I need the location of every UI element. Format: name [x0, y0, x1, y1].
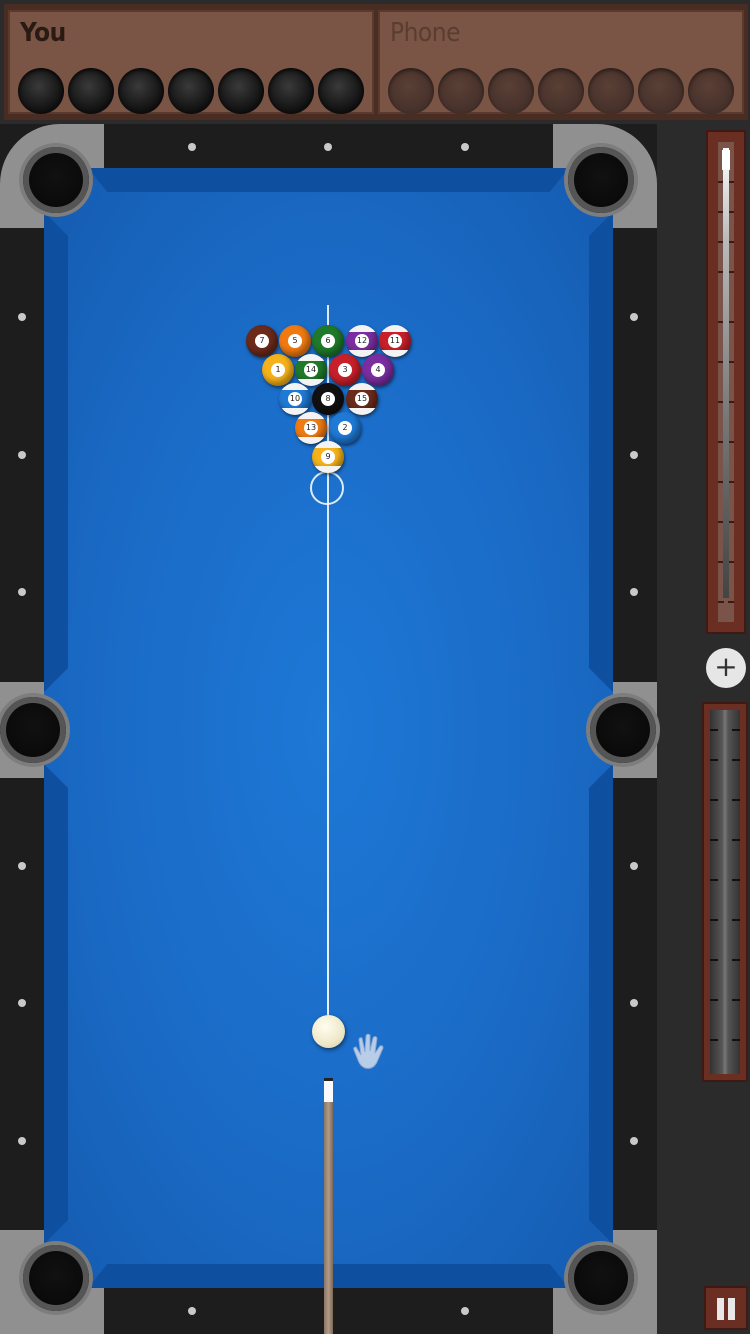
pocketed-ball-slot — [318, 68, 364, 114]
player-panel-phone: Phone — [378, 10, 744, 114]
ball-5: 5 — [279, 325, 311, 357]
pause-icon-bar — [728, 1298, 735, 1320]
pocketed-ball-slot — [488, 68, 534, 114]
ball-12: 12 — [346, 325, 378, 357]
diamond-marker — [324, 143, 332, 151]
cue-ball[interactable] — [312, 1015, 345, 1048]
pause-icon — [717, 1298, 724, 1320]
pocket-top-left — [23, 147, 89, 213]
ball-number: 1 — [271, 363, 285, 377]
power-slider[interactable] — [706, 130, 746, 634]
cushion-right-upper — [589, 212, 613, 692]
diamond-marker — [188, 143, 196, 151]
pocket-bottom-left — [23, 1245, 89, 1311]
ball-2: 2 — [329, 412, 361, 444]
diamond-marker — [461, 143, 469, 151]
ball-number: 11 — [388, 334, 402, 348]
ball-8: 8 — [312, 383, 344, 415]
aim-line — [327, 540, 329, 1015]
ball-7: 7 — [246, 325, 278, 357]
pocket-middle-left — [0, 697, 66, 763]
diamond-marker — [630, 588, 638, 596]
player-panel-you: You — [8, 10, 374, 114]
cushion-right-lower — [589, 764, 613, 1244]
ball-10: 10 — [279, 383, 311, 415]
ball-number: 9 — [321, 450, 335, 464]
pocketed-ball-slot — [388, 68, 434, 114]
spin-slider[interactable] — [702, 702, 748, 1082]
pocketed-ball-slot — [268, 68, 314, 114]
pocketed-ball-slot — [638, 68, 684, 114]
diamond-marker — [630, 451, 638, 459]
player-name-you: You — [20, 18, 66, 48]
ball-15: 15 — [346, 383, 378, 415]
ball-number: 12 — [355, 334, 369, 348]
pocketed-ball-slot — [218, 68, 264, 114]
spin-ticks — [710, 729, 740, 1041]
score-header: You Phone — [4, 4, 748, 120]
ball-1: 1 — [262, 354, 294, 386]
diamond-marker — [18, 999, 26, 1007]
pocketed-ball-slot — [688, 68, 734, 114]
ball-11: 11 — [379, 325, 411, 357]
cushion-top — [88, 168, 569, 192]
pocketed-ball-slot — [68, 68, 114, 114]
ball-number: 7 — [255, 334, 269, 348]
ball-9: 9 — [312, 441, 344, 473]
ball-number: 3 — [338, 363, 352, 377]
ball-number: 2 — [338, 421, 352, 435]
diamond-marker — [18, 313, 26, 321]
cue-tip — [324, 1078, 333, 1102]
ball-number: 4 — [371, 363, 385, 377]
cushion-left-lower — [44, 764, 68, 1244]
ball-number: 14 — [304, 363, 318, 377]
diamond-marker — [630, 862, 638, 870]
ball-number: 8 — [321, 392, 335, 406]
diamond-marker — [188, 1307, 196, 1315]
ghost-ball-target — [310, 471, 344, 505]
pocketed-ball-slot — [168, 68, 214, 114]
ball-number: 15 — [355, 392, 369, 406]
pocketed-ball-slot — [438, 68, 484, 114]
power-cue-indicator[interactable] — [723, 148, 729, 598]
ball-number: 13 — [304, 421, 318, 435]
diamond-marker — [18, 588, 26, 596]
ball-number: 10 — [288, 392, 302, 406]
spin-track — [710, 710, 740, 1074]
diamond-marker — [461, 1307, 469, 1315]
pocket-middle-right — [590, 697, 656, 763]
pocket-top-right — [568, 147, 634, 213]
diamond-marker — [18, 1137, 26, 1145]
power-handle[interactable] — [722, 150, 730, 170]
ball-13: 13 — [295, 412, 327, 444]
diamond-marker — [630, 999, 638, 1007]
ball-4: 4 — [362, 354, 394, 386]
pocketed-ball-slot — [118, 68, 164, 114]
hand-icon[interactable] — [348, 1030, 392, 1074]
diamond-marker — [18, 862, 26, 870]
cue-stick[interactable] — [324, 1078, 333, 1334]
ball-number: 6 — [321, 334, 335, 348]
pocketed-ball-slot — [588, 68, 634, 114]
ball-3: 3 — [329, 354, 361, 386]
ball-number: 5 — [288, 334, 302, 348]
player-name-phone: Phone — [390, 18, 460, 48]
power-track — [718, 142, 734, 622]
cushion-left-upper — [44, 212, 68, 692]
pocket-bottom-right — [568, 1245, 634, 1311]
diamond-marker — [18, 451, 26, 459]
ball-6: 6 — [312, 325, 344, 357]
diamond-marker — [630, 313, 638, 321]
ball-14: 14 — [295, 354, 327, 386]
diamond-marker — [630, 1137, 638, 1145]
add-spin-button[interactable]: + — [706, 648, 746, 688]
pocketed-ball-slot — [18, 68, 64, 114]
pocketed-ball-slot — [538, 68, 584, 114]
pause-button[interactable] — [704, 1286, 748, 1330]
